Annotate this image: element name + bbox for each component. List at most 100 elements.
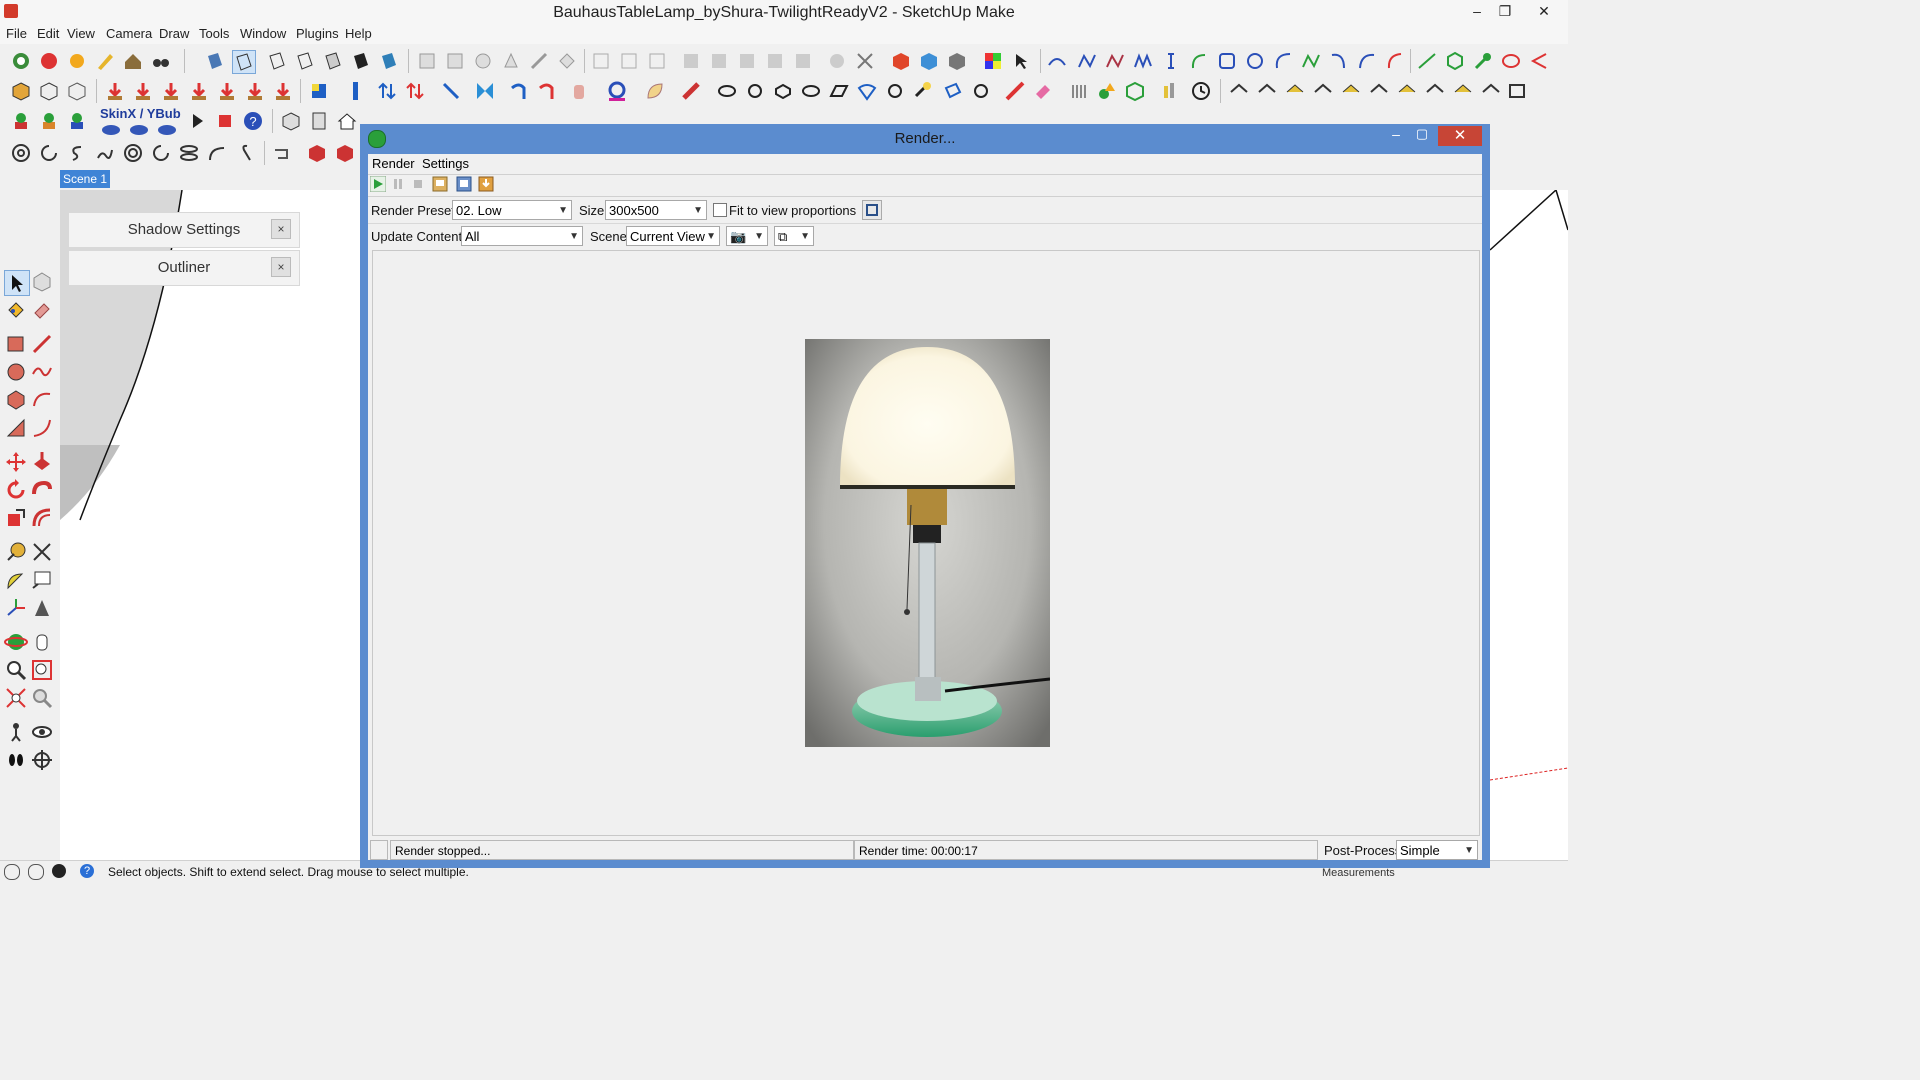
shapes-icon[interactable]: [1096, 80, 1118, 102]
arrow-down-4-icon[interactable]: [188, 80, 210, 102]
stop-icon[interactable]: [410, 176, 426, 192]
play-icon[interactable]: [369, 175, 387, 193]
diagonal-red-icon[interactable]: [1004, 80, 1026, 102]
extrude-10-icon[interactable]: [970, 80, 992, 102]
zoom-window-icon[interactable]: [30, 658, 54, 682]
bars-icon[interactable]: [1160, 80, 1182, 102]
wave-icon[interactable]: [1132, 50, 1154, 72]
rotate-tool-icon[interactable]: [4, 478, 28, 502]
home-icon[interactable]: [336, 110, 358, 132]
diagonal-icon[interactable]: [1416, 50, 1438, 72]
pointer-icon[interactable]: [1010, 50, 1032, 72]
pause-icon[interactable]: [390, 176, 406, 192]
render-menu-settings[interactable]: Settings: [422, 156, 469, 171]
view-iso-icon[interactable]: [416, 50, 438, 72]
view-front-icon[interactable]: [472, 50, 494, 72]
arrow-down-5-icon[interactable]: [216, 80, 238, 102]
render-window[interactable]: Render... – ▢ ✕ Render Settings Render P…: [360, 124, 1490, 868]
shape-icon[interactable]: [294, 50, 316, 72]
menu-camera[interactable]: Camera: [106, 26, 152, 41]
arc-tool-icon[interactable]: [30, 388, 54, 412]
roof-3-icon[interactable]: [1284, 80, 1306, 102]
outliner-panel[interactable]: Outliner ×: [68, 250, 300, 286]
shaded-icon[interactable]: [680, 50, 702, 72]
roof-5-icon[interactable]: [1340, 80, 1362, 102]
textured-icon[interactable]: [708, 50, 730, 72]
cube-blue-icon[interactable]: [308, 80, 330, 102]
fence-icon[interactable]: [1068, 80, 1090, 102]
roof-2-icon[interactable]: [1256, 80, 1278, 102]
fit-to-view-checkbox[interactable]: [713, 203, 727, 217]
menu-edit[interactable]: Edit: [37, 26, 59, 41]
arc-red-icon[interactable]: [1384, 50, 1406, 72]
box-open-icon[interactable]: [38, 80, 60, 102]
size-select[interactable]: 300x500 ▼: [605, 200, 707, 220]
ellipse-icon[interactable]: [1500, 50, 1522, 72]
diagonal-blue-icon[interactable]: [440, 80, 462, 102]
curve-icon[interactable]: [1076, 50, 1098, 72]
paint-bucket-icon[interactable]: [4, 298, 28, 322]
wrench-icon[interactable]: [1472, 50, 1494, 72]
pan-hand-icon[interactable]: [30, 630, 54, 654]
blue-cube-icon[interactable]: [918, 50, 940, 72]
roof-11-icon[interactable]: [1506, 80, 1528, 102]
copy-image-icon[interactable]: [456, 176, 472, 192]
extrude-2-icon[interactable]: [744, 80, 766, 102]
axes-tool-icon[interactable]: [4, 596, 28, 620]
menu-view[interactable]: View: [67, 26, 95, 41]
polygon-tool-icon[interactable]: [4, 388, 28, 412]
help-icon[interactable]: ?: [242, 110, 264, 132]
section-plane-icon[interactable]: [30, 748, 54, 772]
roof-9-icon[interactable]: [1452, 80, 1474, 102]
outliner-close-icon[interactable]: ×: [271, 257, 291, 277]
geo-location-icon[interactable]: [4, 864, 20, 880]
export-icon[interactable]: [478, 176, 494, 192]
extrude-9-icon[interactable]: [942, 80, 964, 102]
up-down-icon[interactable]: [376, 80, 398, 102]
render-menu-render[interactable]: Render: [372, 156, 415, 171]
protractor-icon[interactable]: [4, 568, 28, 592]
position-camera-icon[interactable]: [4, 720, 28, 744]
arc-icon[interactable]: [1046, 50, 1068, 72]
zoom-extents-icon[interactable]: [4, 686, 28, 710]
push-pull-icon[interactable]: [30, 450, 54, 474]
play-small-icon[interactable]: [186, 110, 208, 132]
blob-3-icon[interactable]: [156, 116, 178, 138]
menu-file[interactable]: File: [6, 26, 27, 41]
render-preset-select[interactable]: 02. Low ▼: [452, 200, 572, 220]
arrow-down-7-icon[interactable]: [272, 80, 294, 102]
hand-icon[interactable]: [568, 80, 590, 102]
clock-icon[interactable]: [1190, 80, 1212, 102]
dimension-tool-icon[interactable]: [30, 540, 54, 564]
roof-8-icon[interactable]: [1424, 80, 1446, 102]
hook-curve-icon[interactable]: [206, 142, 228, 164]
tape-measure-icon[interactable]: [4, 540, 28, 564]
bezier-icon[interactable]: [1272, 50, 1294, 72]
post-process-select[interactable]: Simple ▼: [1396, 840, 1478, 860]
arc-green-icon[interactable]: [1188, 50, 1210, 72]
credits-icon[interactable]: [28, 864, 44, 880]
rectangle-icon[interactable]: [1216, 50, 1238, 72]
shadow-settings-panel[interactable]: Shadow Settings ×: [68, 212, 300, 248]
scene-tab[interactable]: Scene 1: [60, 170, 110, 188]
fit-view-icon[interactable]: [862, 200, 882, 220]
menu-window[interactable]: Window: [240, 26, 286, 41]
close-button[interactable]: ✕: [1522, 0, 1566, 22]
view-right-icon[interactable]: [500, 50, 522, 72]
extrude-5-icon[interactable]: [828, 80, 850, 102]
offset-tool-icon[interactable]: [30, 506, 54, 530]
minimize-button[interactable]: –: [1462, 0, 1492, 22]
roof-10-icon[interactable]: [1480, 80, 1502, 102]
blob-2-icon[interactable]: [128, 116, 150, 138]
circle-icon[interactable]: [1244, 50, 1266, 72]
roof-4-icon[interactable]: [1312, 80, 1334, 102]
make-component-icon[interactable]: [30, 270, 54, 294]
arrow-down-2-icon[interactable]: [132, 80, 154, 102]
cube-front-icon[interactable]: [280, 110, 302, 132]
line-icon[interactable]: [1160, 50, 1182, 72]
plant-orange-icon[interactable]: [38, 110, 60, 132]
copy-dropdown[interactable]: ⧉ ▼: [774, 226, 814, 246]
hook-icon[interactable]: [1328, 50, 1350, 72]
spiral-6-icon[interactable]: [150, 142, 172, 164]
section-cut-icon[interactable]: [792, 50, 814, 72]
